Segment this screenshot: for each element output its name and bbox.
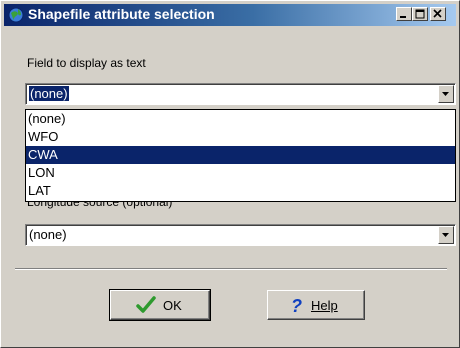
minimize-button[interactable] [396,7,412,21]
dropdown-list[interactable]: (none) WFO CWA LON LAT [25,109,456,202]
text-field-label: Field to display as text [27,56,146,70]
ok-button[interactable]: OK [109,289,211,321]
globe-icon[interactable] [8,7,24,23]
longitude-value: (none) [29,227,67,242]
text-field-select[interactable]: (none) [25,83,456,105]
longitude-label: Longitude source (optional) [27,201,173,209]
dropdown-option[interactable]: (none) [26,110,455,128]
checkmark-icon [136,296,156,319]
chevron-down-icon [442,92,449,96]
dropdown-option[interactable]: CWA [26,146,455,164]
close-icon [433,9,442,18]
text-field-value: (none) [28,85,70,102]
minimize-icon [400,16,406,18]
help-label: Help [311,298,338,313]
dropdown-option[interactable]: WFO [26,128,455,146]
dialog-window: Shapefile attribute selection Field to d… [0,0,460,348]
title-bar[interactable]: Shapefile attribute selection [4,4,456,26]
ok-label: OK [163,298,182,313]
dropdown-option[interactable]: LON [26,164,455,182]
help-button[interactable]: ? Help [267,290,365,320]
window-title: Shapefile attribute selection [28,6,215,22]
chevron-down-icon [442,233,449,237]
maximize-icon [415,9,425,19]
separator [15,268,447,270]
longitude-dropdown-button[interactable] [438,226,454,244]
longitude-select[interactable]: (none) [25,224,456,246]
close-button[interactable] [430,7,446,21]
svg-text:?: ? [291,296,302,314]
maximize-button[interactable] [412,7,428,21]
text-field-dropdown-button[interactable] [438,85,454,103]
question-mark-icon: ? [290,296,304,319]
dropdown-option[interactable]: LAT [26,182,455,200]
